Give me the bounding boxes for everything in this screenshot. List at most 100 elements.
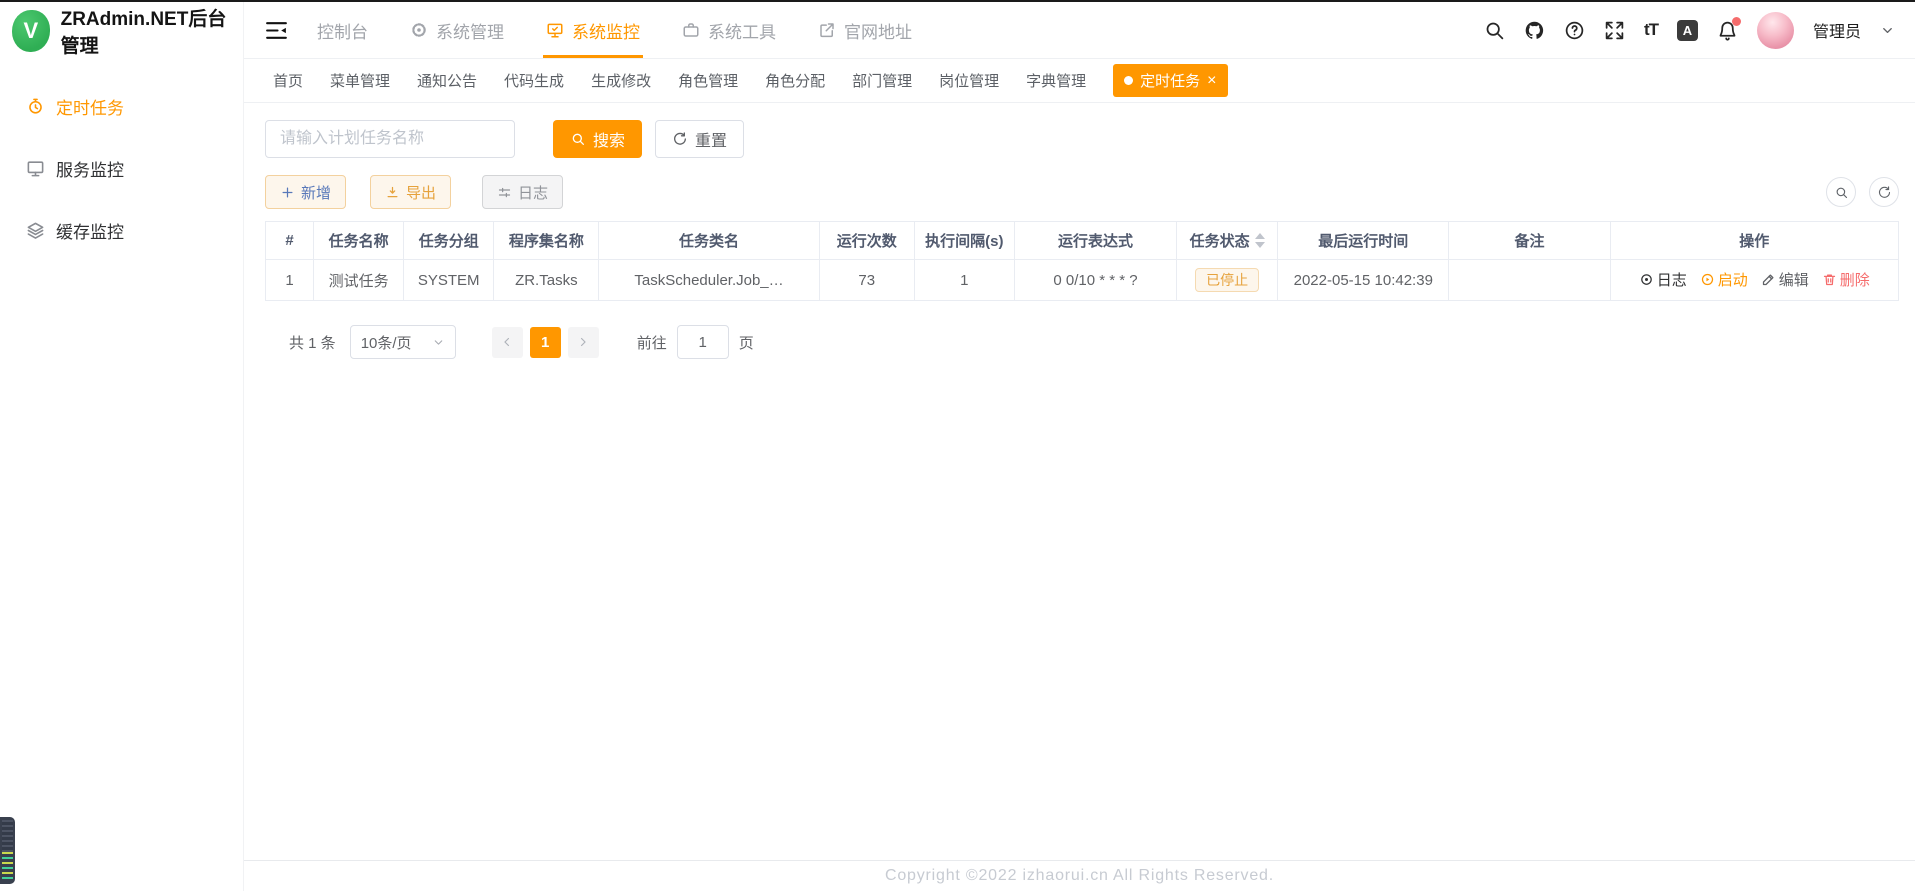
log-button[interactable]: 日志 — [482, 175, 563, 209]
search-icon — [570, 131, 586, 147]
page-size-select[interactable]: 10条/页 — [350, 325, 456, 359]
table-row[interactable]: 1 测试任务 SYSTEM ZR.Tasks TaskScheduler.Job… — [266, 260, 1899, 301]
row-log-label: 日志 — [1657, 269, 1687, 290]
tab-dict-manage[interactable]: 字典管理 — [1026, 70, 1086, 91]
tab-notice[interactable]: 通知公告 — [417, 70, 477, 91]
col-job-class: 任务类名 — [599, 222, 819, 260]
tab-role-assign[interactable]: 角色分配 — [765, 70, 825, 91]
fullscreen-icon[interactable] — [1604, 20, 1625, 41]
brand[interactable]: V ZRAdmin.NET后台管理 — [0, 2, 243, 59]
layers-icon — [26, 221, 45, 240]
sidebar-item-label: 服务监控 — [56, 156, 124, 181]
current-page-button[interactable]: 1 — [530, 327, 561, 358]
nav-item-system-manage[interactable]: 系统管理 — [410, 2, 504, 58]
col-status-sortable[interactable]: 任务状态 — [1177, 222, 1278, 260]
tab-home[interactable]: 首页 — [273, 70, 303, 91]
help-icon[interactable] — [1564, 20, 1585, 41]
tab-gen-edit[interactable]: 生成修改 — [591, 70, 651, 91]
top-navbar: 控制台 系统管理 系统监控 系统工具 — [244, 2, 1915, 59]
briefcase-icon — [682, 21, 700, 39]
search-icon[interactable] — [1484, 20, 1505, 41]
task-name-input[interactable] — [265, 120, 515, 158]
export-button-label: 导出 — [406, 182, 436, 203]
prev-page-button[interactable] — [492, 327, 523, 358]
tab-dept-manage[interactable]: 部门管理 — [852, 70, 912, 91]
sidebar-menu: 定时任务 服务监控 缓存监控 — [0, 59, 243, 261]
user-name[interactable]: 管理员 — [1813, 18, 1861, 42]
toggle-search-button[interactable] — [1826, 177, 1856, 207]
table-header-row: # 任务名称 任务分组 程序集名称 任务类名 运行次数 执行间隔(s) 运行表达… — [266, 222, 1899, 260]
goto-page-input[interactable] — [677, 325, 729, 359]
page-size-value: 10条/页 — [361, 332, 412, 353]
cell-status: 已停止 — [1177, 260, 1278, 301]
github-icon[interactable] — [1524, 20, 1545, 41]
trash-icon — [1822, 272, 1837, 287]
tab-post-manage[interactable]: 岗位管理 — [939, 70, 999, 91]
tab-menu-manage[interactable]: 菜单管理 — [330, 70, 390, 91]
close-icon[interactable]: × — [1207, 73, 1216, 89]
add-button[interactable]: 新增 — [265, 175, 346, 209]
download-icon — [385, 185, 400, 200]
chevron-down-icon[interactable] — [1880, 23, 1895, 38]
nav-item-official-site[interactable]: 官网地址 — [818, 2, 912, 58]
cell-remark — [1449, 260, 1610, 301]
col-expression: 运行表达式 — [1014, 222, 1176, 260]
bell-icon[interactable] — [1717, 20, 1738, 41]
row-delete-label: 删除 — [1840, 269, 1870, 290]
next-page-button[interactable] — [568, 327, 599, 358]
reset-button[interactable]: 重置 — [655, 120, 744, 158]
search-icon — [1834, 185, 1849, 200]
translate-icon[interactable]: A — [1677, 20, 1698, 41]
search-button[interactable]: 搜索 — [553, 120, 642, 158]
sort-carets-icon[interactable] — [1255, 233, 1265, 248]
row-edit-link[interactable]: 编辑 — [1761, 269, 1809, 290]
avatar[interactable] — [1757, 12, 1794, 49]
font-size-icon[interactable]: tT — [1644, 20, 1658, 40]
app-window: V ZRAdmin.NET后台管理 定时任务 服务监控 缓存监控 — [0, 0, 1915, 891]
docked-widget[interactable] — [0, 817, 15, 884]
col-remark: 备注 — [1449, 222, 1610, 260]
nav-item-label: 系统监控 — [572, 18, 640, 43]
refresh-table-button[interactable] — [1869, 177, 1899, 207]
nav-item-label: 控制台 — [317, 18, 368, 43]
row-log-link[interactable]: 日志 — [1639, 269, 1687, 290]
sidebar-collapse-icon[interactable] — [264, 18, 289, 43]
row-start-link[interactable]: 启动 — [1700, 269, 1748, 290]
row-edit-label: 编辑 — [1779, 269, 1809, 290]
tab-label: 定时任务 — [1140, 70, 1200, 91]
sliders-icon — [497, 185, 512, 200]
nav-item-console[interactable]: 控制台 — [317, 2, 368, 58]
tab-scheduled-tasks-active[interactable]: 定时任务 × — [1113, 64, 1227, 97]
play-circle-icon — [1700, 272, 1715, 287]
main-area: 控制台 系统管理 系统监控 系统工具 — [244, 2, 1915, 891]
external-link-icon — [818, 21, 836, 39]
chevron-down-icon — [432, 336, 445, 349]
log-button-label: 日志 — [518, 182, 548, 203]
notification-badge — [1732, 17, 1741, 26]
cell-actions: 日志 启动 编辑 — [1610, 260, 1898, 301]
sidebar-item-scheduled-tasks[interactable]: 定时任务 — [0, 75, 243, 137]
page-unit-label: 页 — [739, 332, 754, 353]
cell-task-group: SYSTEM — [404, 260, 494, 301]
goto-label: 前往 — [637, 332, 667, 353]
chevron-right-icon — [576, 335, 590, 349]
row-delete-link[interactable]: 删除 — [1822, 269, 1870, 290]
sidebar-item-label: 定时任务 — [56, 94, 124, 119]
tasks-table: # 任务名称 任务分组 程序集名称 任务类名 运行次数 执行间隔(s) 运行表达… — [265, 221, 1899, 301]
table-toolbar: 新增 导出 日志 — [265, 175, 1899, 209]
nav-item-system-tools[interactable]: 系统工具 — [682, 2, 776, 58]
reset-button-label: 重置 — [695, 127, 727, 151]
nav-item-system-monitor[interactable]: 系统监控 — [546, 2, 640, 58]
header-actions: tT A 管理员 — [1484, 12, 1895, 49]
sidebar-item-label: 缓存监控 — [56, 218, 124, 243]
tab-code-gen[interactable]: 代码生成 — [504, 70, 564, 91]
cell-task-name: 测试任务 — [314, 260, 404, 301]
edit-icon — [1761, 272, 1776, 287]
row-start-label: 启动 — [1718, 269, 1748, 290]
cell-index: 1 — [266, 260, 314, 301]
sidebar-item-service-monitor[interactable]: 服务监控 — [0, 137, 243, 199]
col-index: # — [266, 222, 314, 260]
tab-role-manage[interactable]: 角色管理 — [678, 70, 738, 91]
export-button[interactable]: 导出 — [370, 175, 451, 209]
sidebar-item-cache-monitor[interactable]: 缓存监控 — [0, 199, 243, 261]
